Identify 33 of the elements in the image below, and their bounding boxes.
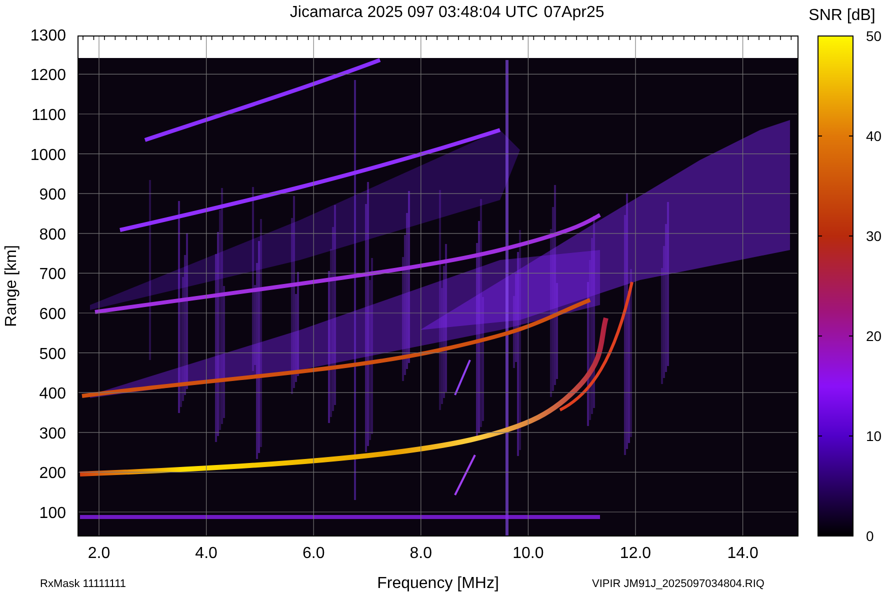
x-tick-label: 12.0 — [620, 545, 652, 562]
colorbar-tick-label: 30 — [866, 228, 882, 244]
y-tick-label: 1100 — [32, 107, 66, 124]
y-tick-label: 900 — [39, 186, 66, 204]
y-axis-label: Range [km] — [3, 245, 20, 327]
y-tick-label: 100 — [39, 505, 66, 522]
footer-text: VIPIR JM91J_2025097034804.RIQ — [592, 578, 764, 590]
x-tick-label: 6.0 — [302, 545, 325, 562]
y-tick-label: 1300 — [30, 27, 66, 44]
y-tick-label: 500 — [39, 346, 66, 363]
x-tick-label: 2.0 — [88, 545, 110, 562]
x-tick-label: 10.0 — [512, 545, 544, 562]
x-axis-label: Frequency [MHz] — [377, 575, 499, 592]
colorbar-tick-label: 20 — [866, 328, 882, 344]
y-tick-label: 800 — [39, 226, 66, 244]
plot-title: Jicamarca 2025 097 03:48:04 UTC — [290, 4, 538, 21]
y-tick-label: 1000 — [30, 146, 66, 164]
colorbar-tick-label: 10 — [866, 428, 882, 444]
y-tick-label: 300 — [39, 425, 66, 442]
colorbar-tick-label: 0 — [866, 528, 874, 544]
y-tick-label: 200 — [39, 465, 66, 482]
y-tick-label: 400 — [39, 386, 66, 403]
footer-text: RxMask 11111111 — [40, 578, 126, 590]
colorbar-title: SNR [dB] — [808, 7, 876, 24]
plot-date: 07Apr25 — [544, 4, 604, 21]
x-tick-label: 14.0 — [727, 545, 758, 562]
y-tick-label: 600 — [39, 306, 66, 323]
x-tick-label: 4.0 — [195, 545, 218, 562]
y-tick-label: 1200 — [30, 67, 66, 84]
x-tick-label: 8.0 — [410, 545, 432, 562]
colorbar-tick-label: 50 — [866, 28, 882, 44]
colorbar-tick-label: 40 — [866, 128, 882, 144]
y-tick-label: 700 — [39, 266, 66, 284]
